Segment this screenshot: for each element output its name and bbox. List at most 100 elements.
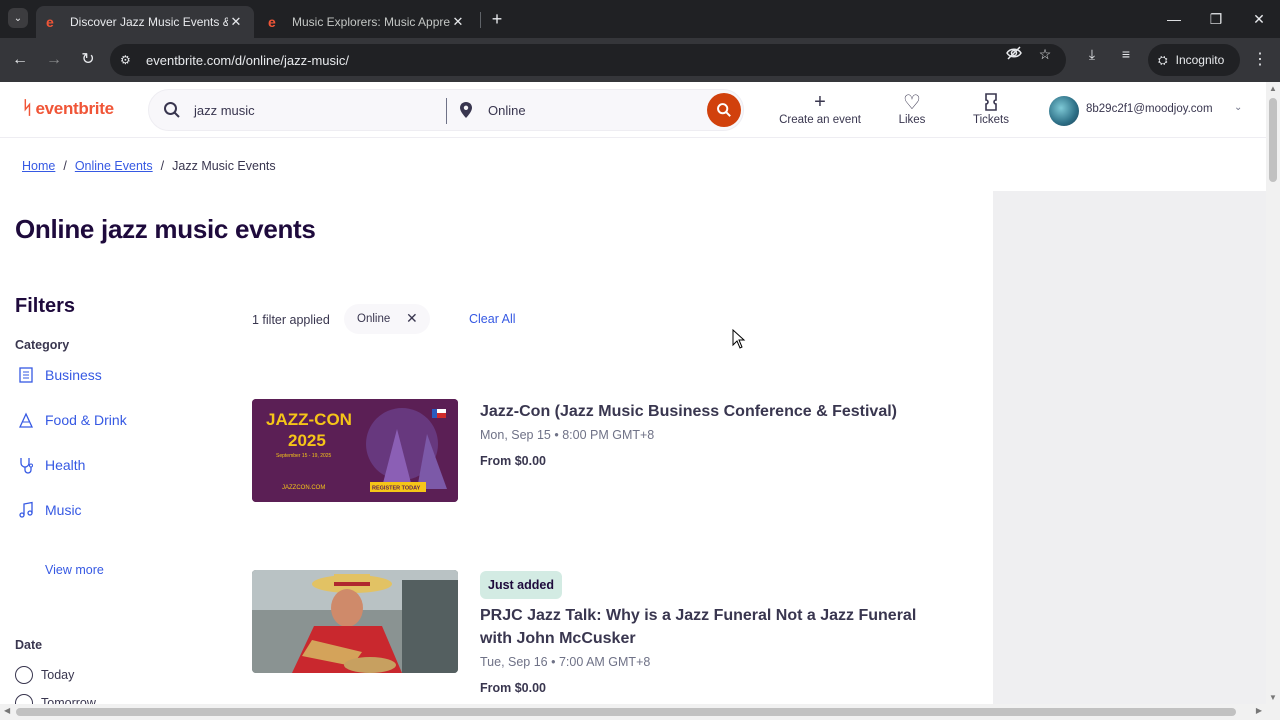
remove-filter-icon[interactable]: ✕: [406, 310, 418, 327]
location-input[interactable]: Online: [488, 103, 526, 118]
category-health[interactable]: Health: [17, 454, 85, 476]
address-bar[interactable]: ⚙ eventbrite.com/d/online/jazz-music/: [110, 44, 1066, 76]
event-image[interactable]: JAZZ-CON 2025 September 15 - 19, 2025 JA…: [252, 399, 458, 502]
avatar[interactable]: [1049, 96, 1079, 126]
account-email[interactable]: 8b29c2f1@moodjoy.com: [1086, 103, 1213, 115]
category-business[interactable]: Business: [17, 364, 102, 386]
site-info-icon[interactable]: ⚙: [120, 53, 136, 67]
incognito-indicator[interactable]: ⛭ Incognito: [1148, 44, 1240, 76]
tab-search-dropdown[interactable]: ⌄: [8, 8, 28, 28]
category-label-text: Music: [45, 502, 82, 518]
category-food-drink[interactable]: Food & Drink: [17, 409, 127, 431]
eventbrite-favicon-icon: e: [46, 14, 54, 30]
clear-all-button[interactable]: Clear All: [469, 312, 516, 326]
event-price: From $0.00: [480, 454, 547, 468]
browser-menu-icon[interactable]: ⋮: [1250, 52, 1270, 72]
category-label-text: Business: [45, 367, 102, 383]
category-label-text: Health: [45, 457, 86, 473]
scroll-right-icon[interactable]: ▶: [1256, 706, 1262, 715]
breadcrumb-separator: /: [63, 159, 67, 173]
date-option-today[interactable]: Today: [15, 666, 74, 684]
date-option-tomorrow[interactable]: Tomorrow: [15, 694, 96, 704]
event-image[interactable]: [252, 570, 458, 673]
mouse-cursor-icon: [732, 329, 746, 349]
search-divider: [446, 98, 447, 124]
tab-active[interactable]: e Discover Jazz Music Events & Activitie…: [36, 6, 254, 38]
minimize-icon[interactable]: —: [1164, 9, 1184, 29]
reload-icon[interactable]: ↻: [76, 48, 100, 72]
event-title[interactable]: PRJC Jazz Talk: Why is a Jazz Funeral No…: [480, 604, 916, 650]
jazz-talk-photo-image: [252, 570, 458, 673]
poster-cta: REGISTER TODAY: [372, 486, 421, 492]
event-title[interactable]: Jazz-Con (Jazz Music Business Conference…: [480, 400, 897, 423]
download-icon[interactable]: ⤓: [1082, 44, 1102, 64]
date-option-label: Today: [41, 668, 75, 682]
jazz-con-poster-image: JAZZ-CON 2025 September 15 - 19, 2025 JA…: [252, 399, 458, 502]
media-playlist-icon[interactable]: ≡: [1116, 44, 1136, 64]
bookmark-star-icon[interactable]: ☆: [1035, 44, 1055, 64]
breadcrumb: Home / Online Events / Jazz Music Events: [22, 159, 276, 173]
food-drink-icon: [18, 412, 34, 428]
close-tab-icon[interactable]: ✕: [228, 14, 244, 30]
poster-headline: JAZZ-CON: [266, 410, 352, 429]
tab-inactive[interactable]: e Music Explorers: Music Appreciation ✕: [258, 6, 476, 38]
eventbrite-logo-icon: ᛋ: [22, 98, 33, 118]
event-title-line: PRJC Jazz Talk: Why is a Jazz Funeral No…: [480, 607, 917, 624]
horizontal-scrollbar[interactable]: ◀ ▶: [0, 704, 1280, 720]
breadcrumb-online-events-link[interactable]: Online Events: [75, 159, 153, 173]
vertical-scrollbar[interactable]: ▲ ▼: [1266, 82, 1280, 704]
search-bar: jazz music Online: [148, 89, 744, 131]
search-submit-button[interactable]: [707, 93, 741, 127]
url-text[interactable]: eventbrite.com/d/online/jazz-music/: [146, 53, 349, 68]
create-event-button[interactable]: + Create an event: [776, 90, 864, 127]
scrollbar-thumb[interactable]: [1269, 98, 1277, 182]
tab-title: Music Explorers: Music Appreciation: [292, 15, 450, 29]
scroll-down-icon[interactable]: ▼: [1269, 693, 1277, 702]
tab-separator: [480, 12, 481, 28]
scrollbar-thumb[interactable]: [16, 708, 1236, 716]
filters-applied-summary: 1 filter applied: [252, 313, 330, 327]
tickets-button[interactable]: Tickets: [968, 92, 1014, 126]
likes-label: Likes: [898, 114, 926, 126]
eventbrite-favicon-icon: e: [268, 14, 276, 30]
just-added-badge: Just added: [480, 571, 562, 599]
category-music[interactable]: Music: [17, 499, 82, 521]
restore-icon[interactable]: ❐: [1206, 9, 1226, 29]
poster-year: 2025: [288, 431, 326, 450]
music-note-icon: [19, 501, 33, 518]
incognito-icon: ⛭: [1158, 52, 1168, 67]
filter-chip-online[interactable]: Online ✕: [344, 304, 430, 334]
eventbrite-logo[interactable]: ᛋ eventbrite: [22, 98, 114, 119]
search-input[interactable]: jazz music: [194, 103, 255, 118]
create-event-label: Create an event: [779, 114, 861, 126]
plus-icon: +: [814, 90, 826, 113]
new-tab-icon[interactable]: +: [487, 9, 507, 29]
breadcrumb-home-link[interactable]: Home: [22, 159, 55, 173]
date-label: Date: [15, 638, 43, 652]
browser-toolbar: ← → ↻ ⚙ eventbrite.com/d/online/jazz-mus…: [0, 38, 1280, 82]
chevron-down-icon[interactable]: ⌄: [1234, 102, 1242, 113]
event-date: Mon, Sep 15 • 8:00 PM GMT+8: [480, 428, 655, 442]
radio-circle-icon: [15, 694, 33, 704]
logo-text: eventbrite: [35, 98, 115, 118]
scroll-left-icon[interactable]: ◀: [4, 706, 10, 715]
filter-chip-label: Online: [357, 313, 391, 325]
view-more-link[interactable]: View more: [45, 563, 104, 577]
page-title: Online jazz music events: [15, 214, 316, 244]
back-icon[interactable]: ←: [8, 48, 32, 72]
close-tab-icon[interactable]: ✕: [450, 14, 466, 30]
browser-tab-strip: ⌄ e Discover Jazz Music Events & Activit…: [0, 0, 1280, 38]
stethoscope-icon: [20, 458, 33, 474]
breadcrumb-separator: /: [160, 159, 165, 173]
likes-button[interactable]: ♡ Likes: [892, 92, 932, 127]
close-window-icon[interactable]: ✕: [1249, 9, 1269, 29]
incognito-label: Incognito: [1175, 53, 1225, 67]
event-title-line: with John McCusker: [480, 630, 636, 647]
forward-icon[interactable]: →: [42, 48, 66, 72]
side-panel-placeholder: [993, 191, 1266, 704]
breadcrumb-current: Jazz Music Events: [172, 159, 276, 173]
category-label-text: Food & Drink: [45, 412, 127, 428]
eye-off-icon[interactable]: [1004, 44, 1024, 64]
category-label: Category: [15, 338, 70, 352]
scroll-up-icon[interactable]: ▲: [1269, 84, 1277, 93]
